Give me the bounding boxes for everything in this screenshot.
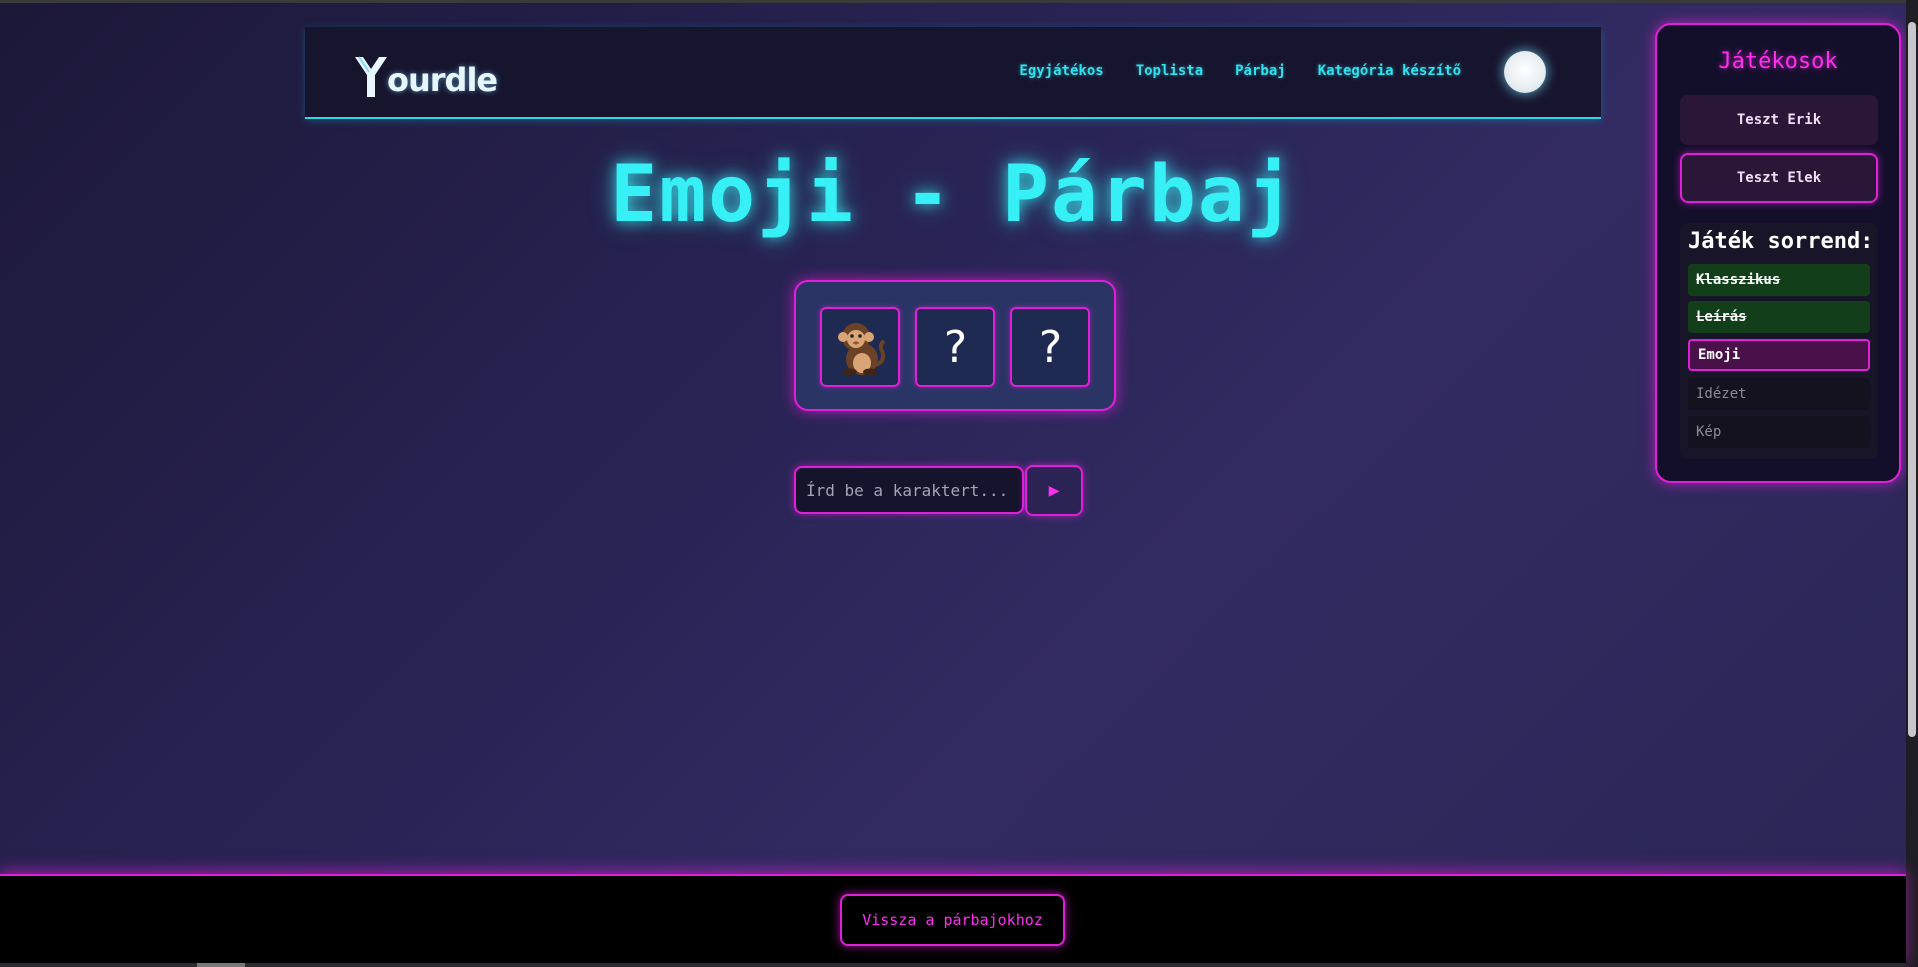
vertical-scroll-thumb[interactable] — [1908, 22, 1916, 737]
logo-text: ourdle — [387, 61, 498, 99]
nav-category-creator[interactable]: Kategória készítő — [1318, 63, 1461, 79]
players-panel-title: Játékosok — [1718, 49, 1838, 74]
top-navbar: ourdle Egyjátékos Toplista Párbaj Kategó… — [305, 27, 1601, 119]
play-triangle-icon: ▶ — [1048, 480, 1060, 501]
game-order-box: Játék sorrend: Klasszikus Leírás Emoji I… — [1680, 223, 1878, 459]
emoji-tile-hidden: ? — [915, 307, 995, 387]
monkey-emoji-icon — [838, 323, 886, 376]
order-step-emoji: Emoji — [1688, 339, 1870, 371]
order-step-description: Leírás — [1688, 301, 1870, 333]
order-step-classic: Klasszikus — [1688, 264, 1870, 296]
horizontal-scrollbar[interactable] — [0, 963, 1906, 967]
footer-bar: Vissza a párbajokhoz — [0, 874, 1906, 967]
horizontal-scroll-thumb[interactable] — [197, 963, 245, 967]
user-avatar[interactable] — [1504, 51, 1546, 93]
back-to-duels-button[interactable]: Vissza a párbajokhoz — [840, 894, 1065, 946]
order-step-image: Kép — [1688, 416, 1870, 448]
vertical-scrollbar[interactable] — [1906, 0, 1918, 967]
nav-duel[interactable]: Párbaj — [1235, 63, 1286, 79]
order-step-quote: Idézet — [1688, 378, 1870, 410]
emoji-tile-hidden: ? — [1010, 307, 1090, 387]
page-title: Emoji - Párbaj — [610, 150, 1296, 240]
game-order-title: Játék sorrend: — [1688, 229, 1874, 254]
character-guess-input[interactable] — [794, 466, 1024, 514]
player-item-current[interactable]: Teszt Elek — [1680, 153, 1878, 203]
emoji-board: ? ? — [794, 280, 1116, 411]
nav-leaderboard[interactable]: Toplista — [1136, 63, 1203, 79]
players-panel: Játékosok Teszt Erik Teszt Elek Játék so… — [1655, 23, 1901, 483]
hidden-tile-mark: ? — [941, 321, 969, 373]
emoji-tile-revealed — [820, 307, 900, 387]
player-item[interactable]: Teszt Erik — [1680, 95, 1878, 145]
hidden-tile-mark: ? — [1036, 321, 1064, 373]
nav-singleplayer[interactable]: Egyjátékos — [1019, 63, 1103, 79]
main-nav: Egyjátékos Toplista Párbaj Kategória kés… — [1019, 63, 1461, 79]
browser-top-strip — [0, 0, 1918, 3]
logo-y-icon — [355, 56, 387, 97]
submit-guess-button[interactable]: ▶ — [1025, 465, 1083, 516]
yourdle-logo[interactable]: ourdle — [353, 49, 498, 99]
